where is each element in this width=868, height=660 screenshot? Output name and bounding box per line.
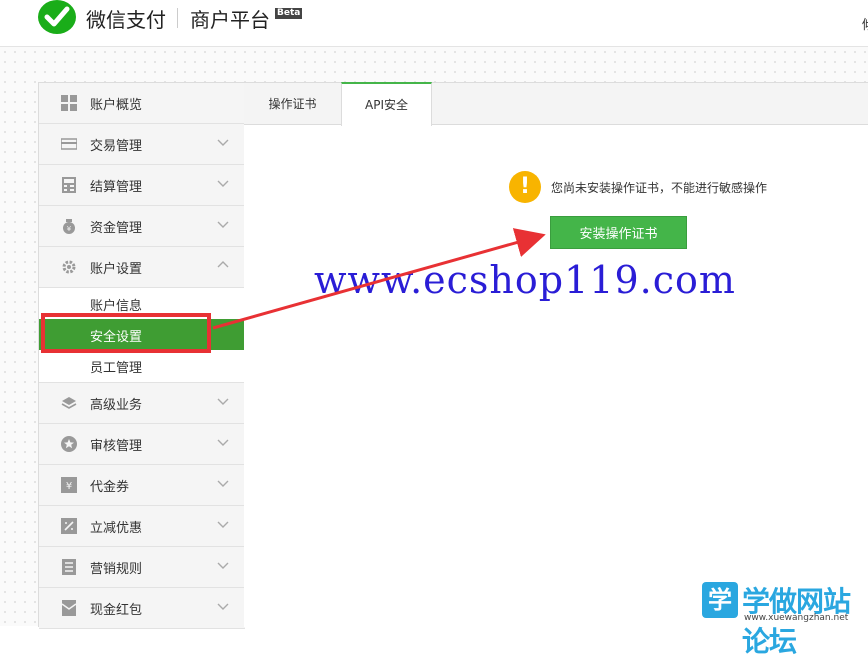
site-logo-badge: 学 [702,582,738,618]
annotation-arrow [212,228,546,330]
site-logo: 学 学做网站论坛 www.xuewangzhan.net [700,578,868,658]
site-url: www.xuewangzhan.net [744,613,849,623]
